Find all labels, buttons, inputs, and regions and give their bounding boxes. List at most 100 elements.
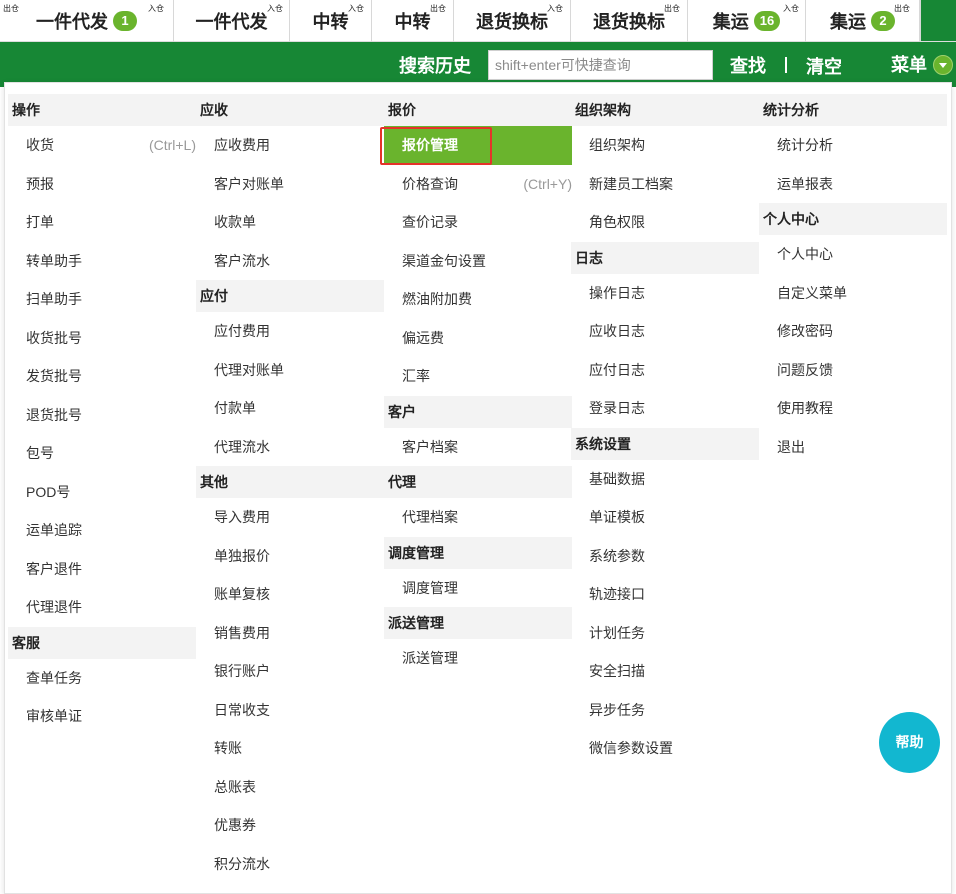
menu-item[interactable]: 应付费用 — [196, 312, 384, 351]
menu-item[interactable]: 系统参数 — [571, 537, 759, 576]
menu-column: 报价 报价管理 价格查询 (Ctrl+Y) 查价记录 渠道金句设置 燃油附加费 偏远费 汇率客户… — [380, 94, 572, 678]
help-button[interactable]: 帮助 — [879, 712, 940, 773]
menu-item[interactable]: 付款单 — [196, 389, 384, 428]
search-history-link[interactable]: 搜索历史 — [399, 57, 471, 75]
menu-item[interactable]: 轨迹接口 — [571, 575, 759, 614]
tab-label: 退货换标 — [476, 12, 548, 32]
tab-tag: 入仓 — [348, 4, 364, 13]
menu-item[interactable]: 燃油附加费 — [384, 280, 572, 319]
menu-section-title: 系统设置 — [571, 427, 759, 460]
menu-item[interactable]: 代理档案 — [384, 498, 572, 537]
menu-item[interactable]: 客户档案 — [384, 428, 572, 467]
menu-item[interactable]: 客户退件 — [8, 550, 196, 589]
menu-item[interactable]: 退货批号 — [8, 396, 196, 435]
menu-item[interactable]: 计划任务 — [571, 614, 759, 653]
menu-item[interactable]: POD号 — [8, 473, 196, 512]
menu-item[interactable]: 代理对账单 — [196, 351, 384, 390]
menu-item[interactable]: 价格查询 (Ctrl+Y) — [384, 165, 572, 204]
menu-item[interactable]: 登录日志 — [571, 389, 759, 428]
menu-item[interactable]: 偏远费 — [384, 319, 572, 358]
menu-item[interactable]: 运单追踪 — [8, 511, 196, 550]
menu-item[interactable]: 派送管理 — [384, 639, 572, 678]
tab-tuihuo-huanbiao-out[interactable]: 退货换标 出仓 — [571, 0, 688, 42]
menu-item[interactable]: 运单报表 — [759, 165, 947, 204]
find-button[interactable]: 查找 — [730, 57, 766, 75]
menu-item[interactable]: 查单任务 — [8, 659, 196, 698]
menu-item[interactable]: 异步任务 — [571, 691, 759, 730]
menu-item[interactable]: 总账表 — [196, 768, 384, 807]
menu-item[interactable]: 应付日志 — [571, 351, 759, 390]
tab-zhongzhuan-in[interactable]: 中转 入仓 — [290, 0, 372, 42]
menu-item[interactable]: 汇率 — [384, 357, 572, 396]
menu-item[interactable]: 收货 (Ctrl+L) — [8, 126, 196, 165]
menu-item[interactable]: 组织架构 — [571, 126, 759, 165]
menu-item[interactable]: 修改密码 — [759, 312, 947, 351]
chevron-down-icon[interactable] — [933, 55, 953, 75]
tab-jiyun-out[interactable]: 集运 2 出仓 — [806, 0, 920, 42]
menu-item-label: 微信参数设置 — [589, 740, 673, 756]
menu-item[interactable]: 积分流水 — [196, 845, 384, 884]
menu-item[interactable]: 审核单证 — [8, 697, 196, 736]
menu-item[interactable]: 发货批号 — [8, 357, 196, 396]
menu-item-label: 派送管理 — [402, 650, 458, 666]
menu-item[interactable]: 代理流水 — [196, 428, 384, 467]
menu-item[interactable]: 个人中心 — [759, 235, 947, 274]
search-input[interactable] — [488, 50, 713, 80]
menu-item[interactable]: 使用教程 — [759, 389, 947, 428]
menu-item[interactable]: 应收日志 — [571, 312, 759, 351]
tab-label: 集运 — [830, 12, 866, 32]
menu-section-title: 报价 — [384, 94, 572, 126]
menu-item[interactable]: 打单 — [8, 203, 196, 242]
menu-item[interactable]: 代理退件 — [8, 588, 196, 627]
menu-button[interactable]: 菜单 — [891, 56, 927, 74]
tab-label: 集运 — [712, 12, 749, 32]
menu-item[interactable]: 转单助手 — [8, 242, 196, 281]
menu-item[interactable]: 单独报价 — [196, 537, 384, 576]
menu-section-title: 调度管理 — [384, 536, 572, 569]
tab-yijian-daifa-in[interactable]: 一件代发 入仓 — [174, 0, 290, 42]
menu-item-label: 退货批号 — [26, 406, 82, 423]
tab-jiyun-in[interactable]: 集运 16 入仓 — [688, 0, 806, 42]
menu-item[interactable]: 收货批号 — [8, 319, 196, 358]
menu-item[interactable]: 微信参数设置 — [571, 729, 759, 768]
tab-zhongzhuan-out[interactable]: 中转 出仓 — [372, 0, 454, 42]
menu-item[interactable]: 转账 — [196, 729, 384, 768]
menu-item[interactable]: 客户流水 — [196, 242, 384, 281]
menu-item[interactable]: 安全扫描 — [571, 652, 759, 691]
menu-item[interactable]: 客户对账单 — [196, 165, 384, 204]
menu-item[interactable]: 扫单助手 — [8, 280, 196, 319]
menu-item[interactable]: 退出 — [759, 428, 947, 467]
menu-item[interactable]: 单证模板 — [571, 498, 759, 537]
menu-item[interactable]: 优惠券 — [196, 806, 384, 845]
menu-item[interactable]: 调度管理 — [384, 569, 572, 608]
menu-item[interactable]: 导入费用 — [196, 498, 384, 537]
menu-item[interactable]: 应收费用 — [196, 126, 384, 165]
menu-item[interactable]: 销售费用 — [196, 614, 384, 653]
menu-item[interactable]: 新建员工档案 — [571, 165, 759, 204]
menu-item[interactable]: 查价记录 — [384, 203, 572, 242]
menu-item[interactable]: 日常收支 — [196, 691, 384, 730]
menu-item-label: 总账表 — [214, 778, 256, 795]
menu-item[interactable]: 收款单 — [196, 203, 384, 242]
tab-yijian-daifa-out[interactable]: 出仓 一件代发 1 入仓 — [0, 0, 174, 42]
menu-item[interactable]: 银行账户 — [196, 652, 384, 691]
clear-button[interactable]: 清空 — [806, 58, 842, 76]
menu-item[interactable]: 基础数据 — [571, 460, 759, 499]
menu-item-label: 扫单助手 — [26, 291, 82, 307]
menu-item[interactable]: 账单复核 — [196, 575, 384, 614]
menu-item-label: 应付日志 — [589, 361, 645, 378]
menu-item[interactable]: 渠道金句设置 — [384, 242, 572, 281]
menu-item-label: 转单助手 — [26, 252, 82, 269]
menu-item[interactable]: 操作日志 — [571, 274, 759, 313]
menu-column: 应收 应收费用 客户对账单 收款单 客户流水 应付 应付费用 代理对账单 付款单 代理流水 其他 导入… — [196, 94, 384, 883]
menu-item[interactable]: 问题反馈 — [759, 351, 947, 390]
tab-tuihuo-huanbiao-in[interactable]: 退货换标 入仓 — [454, 0, 571, 42]
menu-item[interactable]: 角色权限 — [571, 203, 759, 242]
menu-item[interactable]: 预报 — [8, 165, 196, 204]
tab-count-badge: 16 — [753, 11, 781, 31]
menu-item[interactable]: 包号 — [8, 434, 196, 473]
menu-item[interactable]: 自定义菜单 — [759, 274, 947, 313]
menu-item[interactable]: 报价管理 — [380, 126, 572, 165]
tab-tag: 入仓 — [783, 4, 799, 13]
menu-item[interactable]: 统计分析 — [759, 126, 947, 165]
